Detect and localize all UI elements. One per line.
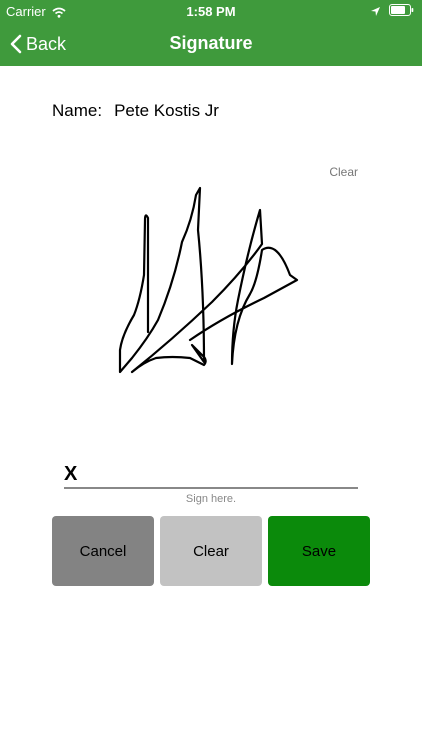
signature-stroke — [118, 186, 299, 374]
navigation-bar: Back Signature — [0, 22, 422, 66]
cancel-button[interactable]: Cancel — [52, 516, 154, 586]
signature-drawing — [118, 186, 299, 374]
signature-line — [64, 487, 358, 489]
name-row: Name: Pete Kostis Jr — [52, 101, 219, 121]
header-bar: Carrier 1:58 PM Back Signature — [0, 0, 422, 66]
page-title: Signature — [169, 33, 253, 53]
status-bar: Carrier 1:58 PM — [0, 0, 422, 22]
location-icon — [370, 5, 381, 16]
save-button[interactable]: Save — [268, 516, 370, 586]
sign-here-hint: Sign here. — [185, 493, 237, 505]
status-right — [370, 4, 414, 16]
sign-x-mark: X — [64, 463, 78, 485]
clear-button[interactable]: Clear — [160, 516, 262, 586]
clear-signature-link[interactable]: Clear — [329, 165, 358, 179]
status-time: 1:58 PM — [186, 4, 236, 19]
name-label: Name: — [52, 101, 103, 120]
name-value: Pete Kostis Jr — [114, 101, 219, 120]
signature-pad[interactable] — [52, 180, 370, 470]
battery-icon — [389, 4, 414, 16]
